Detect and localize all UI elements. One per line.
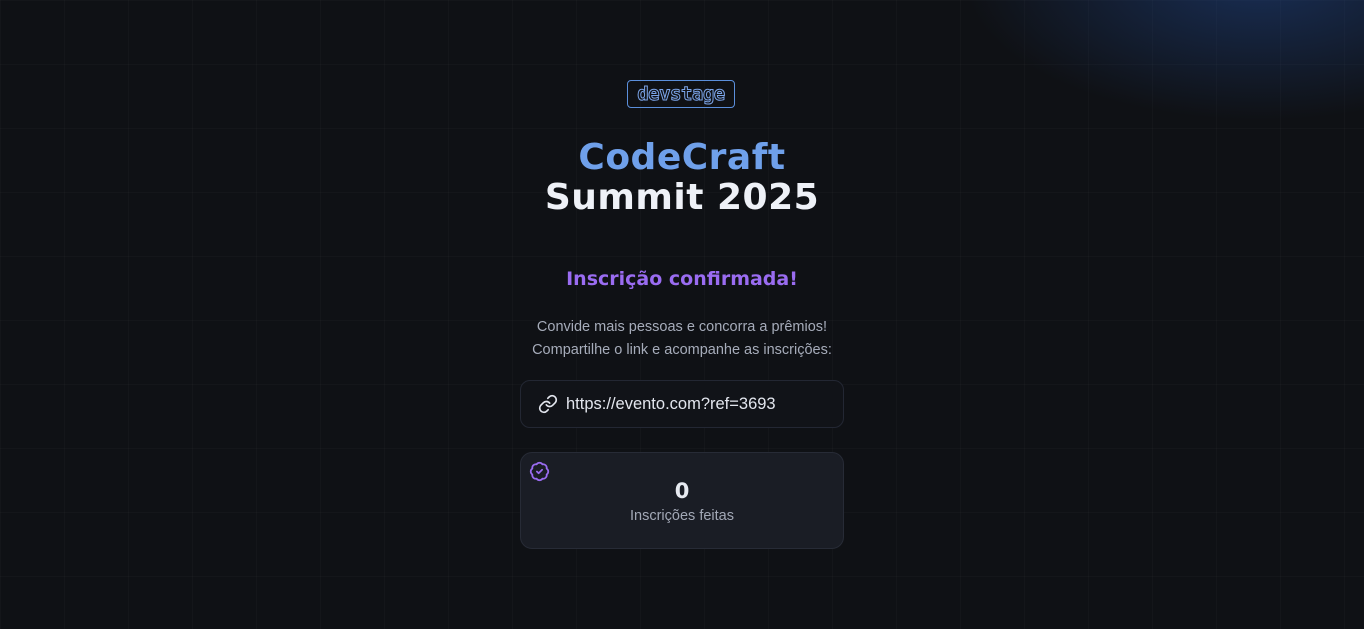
invite-link-box[interactable]: https://evento.com?ref=3693	[520, 380, 844, 428]
description-line-2: Compartilhe o link e acompanhe as inscri…	[532, 342, 832, 358]
subscriptions-count: 0	[674, 479, 690, 503]
link-icon	[537, 393, 559, 415]
subscriptions-label: Inscrições feitas	[630, 508, 734, 524]
logo-text: devstage	[637, 82, 726, 105]
devstage-logo: devstage	[627, 80, 735, 108]
subscriptions-stats-card: 0 Inscrições feitas	[520, 452, 844, 549]
invite-link-text[interactable]: https://evento.com?ref=3693	[566, 395, 776, 414]
description-line-1: Convide mais pessoas e concorra a prêmio…	[536, 319, 828, 335]
event-title: CodeCraft Summit 2025	[0, 138, 1364, 218]
confirmation-heading: Inscrição confirmada!	[566, 268, 798, 290]
event-title-line2: Summit 2025	[544, 177, 820, 218]
event-title-line1: CodeCraft	[578, 137, 786, 178]
confirmation-description: Convide mais pessoas e concorra a prêmio…	[0, 316, 1364, 362]
